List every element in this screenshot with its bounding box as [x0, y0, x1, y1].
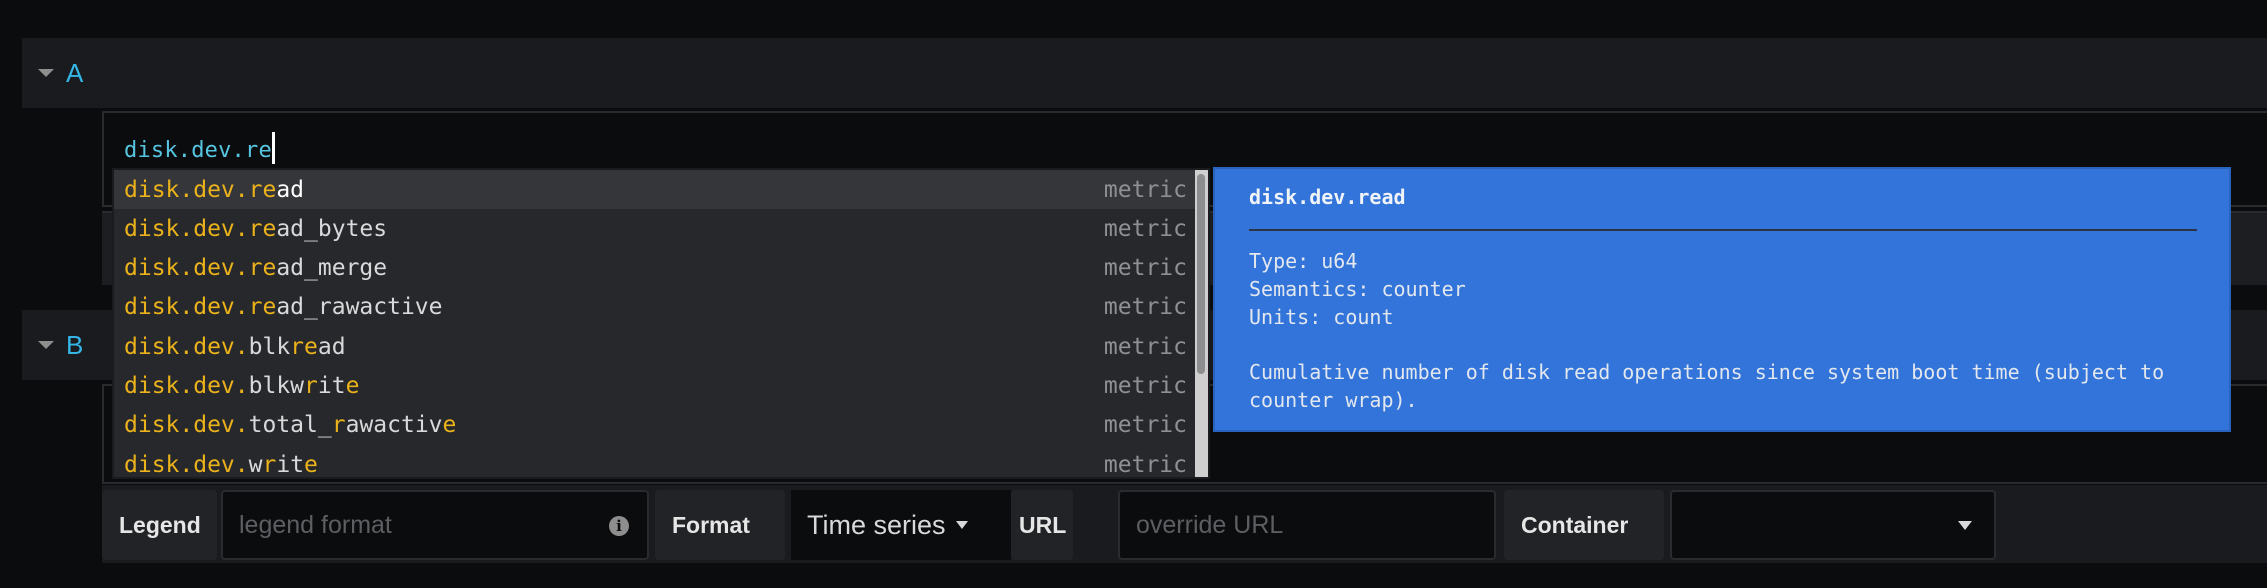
match-highlight: r	[331, 412, 346, 439]
doc-type: Type: u64	[1249, 249, 1358, 273]
doc-semantics: Semantics: counter	[1249, 277, 1466, 301]
label-text: it	[276, 451, 305, 478]
query-input-text[interactable]: disk.dev.re	[124, 132, 275, 164]
autocomplete-dropdown: disk.dev.read metric disk.dev.read_bytes me…	[112, 168, 1210, 479]
autocomplete-scrollbar-thumb[interactable]	[1197, 174, 1205, 374]
label-text: ad_rawactive	[276, 294, 443, 321]
match-highlight: r	[304, 373, 318, 399]
legend-format-input[interactable]: legend format i	[221, 490, 649, 560]
autocomplete-item-label: disk.dev.write	[124, 452, 318, 478]
autocomplete-item-label: disk.dev.total_rawactive	[124, 412, 456, 438]
label-text: it	[317, 373, 346, 399]
autocomplete-item-label: disk.dev.read_bytes	[124, 216, 387, 242]
url-label: URL	[1011, 490, 1073, 560]
autocomplete-item-label: disk.dev.read_rawactive	[124, 294, 443, 320]
label-text: blk	[248, 333, 291, 360]
autocomplete-item-kind: metric	[1103, 255, 1187, 282]
match-highlight: disk.dev.re	[124, 215, 277, 242]
match-highlight: re	[290, 333, 318, 360]
label-text: ad	[276, 176, 305, 203]
label-text: ad	[317, 333, 346, 360]
text-cursor	[271, 132, 275, 164]
label-text: total_	[248, 412, 332, 439]
metric-documentation-panel: disk.dev.read Type: u64 Semantics: count…	[1213, 167, 2231, 432]
doc-units: Units: count	[1249, 305, 1394, 329]
doc-title: disk.dev.read	[1249, 185, 1406, 209]
container-select[interactable]	[1670, 490, 1996, 560]
label-text: ad_bytes	[276, 215, 388, 242]
match-highlight: e	[442, 412, 457, 439]
query-letter-a: A	[66, 57, 84, 88]
format-select-value: Time series	[807, 509, 946, 540]
match-highlight: r	[262, 451, 277, 478]
autocomplete-scrollbar[interactable]	[1195, 170, 1208, 477]
query-row-header-a[interactable]: A	[22, 38, 2267, 108]
autocomplete-item-kind: metric	[1103, 333, 1187, 360]
override-url-placeholder: override URL	[1136, 510, 1284, 539]
label-text: awactiv	[345, 412, 443, 439]
format-label: Format	[655, 490, 785, 560]
autocomplete-item[interactable]: disk.dev.blkwrite metric	[114, 367, 1199, 406]
match-highlight: disk.dev.re	[124, 294, 277, 321]
chevron-down-icon	[1958, 520, 1972, 530]
match-highlight: disk.dev.	[124, 373, 249, 399]
autocomplete-item-label: disk.dev.blkread	[124, 334, 346, 360]
label-text: blkw	[248, 373, 305, 399]
autocomplete-item-kind: metric	[1103, 215, 1187, 242]
info-icon[interactable]: i	[609, 516, 629, 536]
autocomplete-item-kind: metric	[1103, 373, 1187, 399]
autocomplete-item[interactable]: disk.dev.read metric	[114, 170, 1199, 209]
override-url-input[interactable]: override URL	[1118, 490, 1496, 560]
match-highlight: disk.dev.	[124, 412, 249, 439]
container-label: Container	[1504, 490, 1664, 560]
doc-description: Cumulative number of disk read operation…	[1249, 360, 2165, 412]
autocomplete-item[interactable]: disk.dev.write metric	[114, 445, 1199, 484]
query-input-value: disk.dev.re	[124, 138, 272, 163]
legend-format-placeholder: legend format	[239, 510, 392, 539]
chevron-down-icon	[955, 521, 968, 529]
autocomplete-item-kind: metric	[1103, 176, 1187, 203]
query-options-toolbar: Legend legend format i Format Time serie…	[102, 485, 2267, 563]
match-highlight: disk.dev.	[124, 451, 249, 478]
match-highlight: e	[304, 451, 318, 478]
autocomplete-item[interactable]: disk.dev.read_merge metric	[114, 249, 1199, 288]
autocomplete-item-kind: metric	[1103, 294, 1187, 321]
autocomplete-item-kind: metric	[1103, 451, 1187, 478]
autocomplete-item-label: disk.dev.read_merge	[124, 255, 387, 281]
autocomplete-item[interactable]: disk.dev.total_rawactive metric	[114, 406, 1199, 445]
match-highlight: disk.dev.re	[124, 176, 277, 203]
doc-divider	[1249, 229, 2197, 231]
collapse-caret-icon[interactable]	[38, 69, 54, 77]
autocomplete-item-kind: metric	[1103, 412, 1187, 439]
autocomplete-item[interactable]: disk.dev.read_rawactive metric	[114, 288, 1199, 327]
autocomplete-item-label: disk.dev.blkwrite	[124, 373, 359, 399]
match-highlight: disk.dev.re	[124, 255, 277, 282]
legend-label: Legend	[102, 490, 217, 560]
autocomplete-item[interactable]: disk.dev.read_bytes metric	[114, 209, 1199, 248]
query-letter-b: B	[66, 329, 84, 360]
format-select[interactable]: Time series	[791, 490, 1011, 560]
label-text: ad_merge	[276, 255, 388, 282]
match-highlight: e	[345, 373, 360, 399]
autocomplete-item-label: disk.dev.read	[124, 177, 304, 203]
collapse-caret-icon[interactable]	[38, 341, 54, 349]
match-highlight: disk.dev.	[124, 333, 249, 360]
autocomplete-item[interactable]: disk.dev.blkread metric	[114, 327, 1199, 366]
label-text: w	[248, 451, 263, 478]
